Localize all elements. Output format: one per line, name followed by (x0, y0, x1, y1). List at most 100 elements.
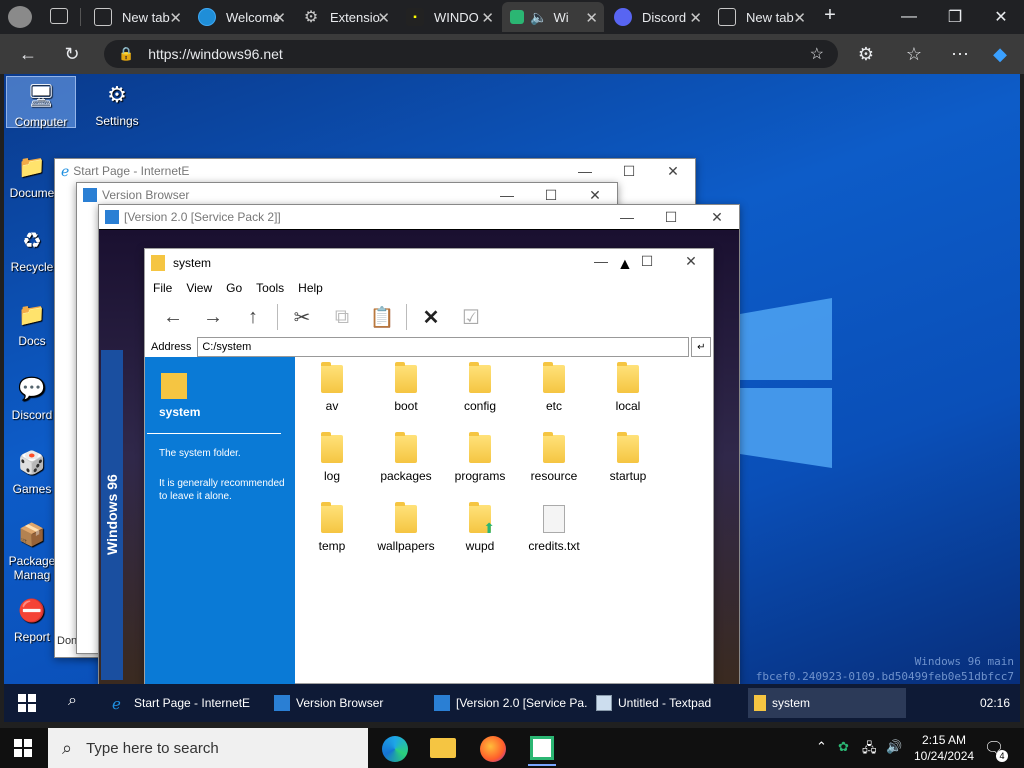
desktop-icon-package-manager[interactable]: 📦 Package Manag (4, 520, 60, 582)
desktop-icon-games[interactable]: 🎲 Games (4, 448, 60, 496)
minimize-button[interactable]: — (886, 0, 932, 34)
favorites-button[interactable]: ☆ (898, 38, 930, 70)
maximize-button[interactable]: ☐ (649, 205, 693, 229)
taskbar-item-textpad[interactable]: Untitled - Textpad (590, 688, 748, 718)
file-item[interactable]: local (591, 362, 665, 413)
file-item[interactable]: ⬆ wupd (443, 502, 517, 553)
maximize-button[interactable]: ☐ (607, 159, 651, 183)
tab-welcome[interactable]: Welcome ✕ (190, 2, 292, 32)
extensions-button[interactable]: ⚙ (850, 38, 882, 70)
menu-view[interactable]: View (186, 281, 212, 295)
firefox-icon[interactable] (480, 736, 506, 762)
file-item[interactable]: packages (369, 432, 443, 483)
file-item[interactable]: config (443, 362, 517, 413)
close-icon[interactable]: ✕ (689, 9, 702, 27)
close-button[interactable]: ✕ (651, 159, 695, 183)
desktop-icon-computer[interactable]: 🖥 Computer (6, 76, 76, 129)
windows-start-button[interactable] (14, 739, 32, 757)
file-item[interactable]: startup (591, 432, 665, 483)
up-arrow-icon[interactable]: ↑ (233, 306, 273, 329)
tab-label: New tab (122, 9, 170, 25)
properties-icon[interactable]: ☑ (451, 305, 491, 330)
file-item[interactable]: boot (369, 362, 443, 413)
close-icon[interactable]: ✕ (793, 9, 806, 27)
close-icon[interactable]: ✕ (169, 9, 182, 27)
network-icon[interactable]: 🖧 (862, 739, 877, 761)
taskbar-item-ie[interactable]: ℯ Start Page - InternetE (106, 688, 264, 718)
menu-go[interactable]: Go (226, 281, 242, 295)
system-explorer-window[interactable]: system — ☐ ✕ File View Go Tools Help ← →… (144, 248, 714, 685)
folder-icon (395, 432, 417, 463)
taskbar-item-version-browser[interactable]: Version Browser (268, 688, 428, 718)
profile-avatar[interactable] (8, 6, 32, 28)
tray-chevron-icon[interactable]: ⌃ (816, 739, 827, 755)
copy-icon[interactable]: ⧉ (322, 306, 362, 329)
speaker-icon[interactable]: 🔈 (530, 9, 547, 26)
refresh-button[interactable]: ↻ (56, 38, 88, 70)
desktop-icon-report[interactable]: ⛔ Report (4, 596, 60, 644)
tab-actions-icon[interactable] (50, 8, 68, 24)
menu-file[interactable]: File (153, 281, 172, 295)
tray-clock[interactable]: 2:15 AM 10/24/2024 (914, 732, 974, 764)
tab-windows96-active[interactable]: 🔈 Wi ✕ (502, 2, 604, 32)
file-item[interactable]: etc (517, 362, 591, 413)
tab-new-tab-2[interactable]: New tab ✕ (710, 2, 812, 32)
menu-help[interactable]: Help (298, 281, 323, 295)
desktop-icon-docs[interactable]: 📁 Docs (4, 300, 60, 348)
desktop-icon-discord[interactable]: 💬 Discord (4, 374, 60, 422)
file-item[interactable]: resource (517, 432, 591, 483)
window-titlebar[interactable]: ℯ Start Page - InternetE — ☐ ✕ (55, 159, 695, 183)
back-arrow-icon[interactable]: ← (153, 306, 193, 329)
tab-extensions[interactable]: ⚙ Extensio ✕ (294, 2, 396, 32)
delete-icon[interactable]: ✕ (411, 305, 451, 330)
file-explorer-icon[interactable] (430, 738, 456, 758)
desktop-icon-recycle[interactable]: ♻ Recycle (4, 226, 60, 274)
window-titlebar[interactable]: [Version 2.0 [Service Pack 2]] — ☐ ✕ (99, 205, 739, 229)
tab-windo[interactable]: ▪ WINDO ✕ (398, 2, 500, 32)
minimize-button[interactable]: — (605, 205, 649, 229)
taskbar-item-system[interactable]: system (748, 688, 906, 718)
tab-new-tab-1[interactable]: New tab ✕ (86, 2, 188, 32)
close-icon[interactable]: ✕ (377, 9, 390, 27)
taskbar-search-box[interactable]: ⌕ Type here to search (48, 728, 368, 768)
favorite-star-icon[interactable]: ☆ (810, 44, 824, 64)
tab-label: New tab (746, 9, 794, 25)
close-icon[interactable]: ✕ (585, 9, 598, 27)
back-button[interactable]: ← (12, 38, 44, 70)
desktop-icon-documents[interactable]: 📁 Docume (4, 152, 60, 200)
file-item[interactable]: programs (443, 432, 517, 483)
file-item[interactable]: log (295, 432, 369, 483)
file-item[interactable]: credits.txt (517, 505, 591, 553)
forward-arrow-icon[interactable]: → (193, 306, 233, 329)
minimize-button[interactable]: — (563, 159, 607, 183)
volume-icon[interactable]: 🔊 (886, 739, 902, 755)
search-icon[interactable]: ⌕ (68, 692, 77, 710)
folder-icon (321, 432, 343, 463)
close-icon[interactable]: ✕ (273, 9, 286, 27)
copilot-icon[interactable]: ◆ (984, 38, 1016, 70)
close-button[interactable]: ✕ (695, 205, 739, 229)
desktop-icon-settings[interactable]: ⚙ Settings (82, 80, 152, 128)
tab-discord[interactable]: Discord ✕ (606, 2, 708, 32)
go-arrow-icon[interactable]: ↵ (691, 337, 712, 357)
windows96-app-icon[interactable] (530, 736, 554, 760)
close-button[interactable]: ✕ (978, 0, 1024, 34)
start-button[interactable] (18, 694, 36, 712)
more-menu-button[interactable]: ⋯ (944, 38, 976, 70)
tray-app-icon[interactable]: ✿ (838, 739, 849, 755)
restore-button[interactable]: ❐ (932, 0, 978, 34)
file-item[interactable]: wallpapers (369, 502, 443, 553)
cut-icon[interactable]: ✂ (282, 305, 322, 330)
file-item[interactable]: temp (295, 502, 369, 553)
address-input[interactable]: C:/system (197, 337, 690, 357)
lock-icon[interactable]: 🔒 (118, 46, 134, 62)
url-bar[interactable]: 🔒 https://windows96.net ☆ (104, 40, 838, 68)
edge-taskbar-icon[interactable] (382, 736, 408, 762)
new-tab-button[interactable]: + (818, 4, 842, 28)
taskbar-item-version-2[interactable]: [Version 2.0 [Service Pa... (428, 688, 588, 718)
close-button[interactable]: ✕ (669, 249, 713, 273)
close-icon[interactable]: ✕ (481, 9, 494, 27)
file-item[interactable]: av (295, 362, 369, 413)
menu-tools[interactable]: Tools (256, 281, 284, 295)
paste-icon[interactable]: 📋 (362, 305, 402, 330)
